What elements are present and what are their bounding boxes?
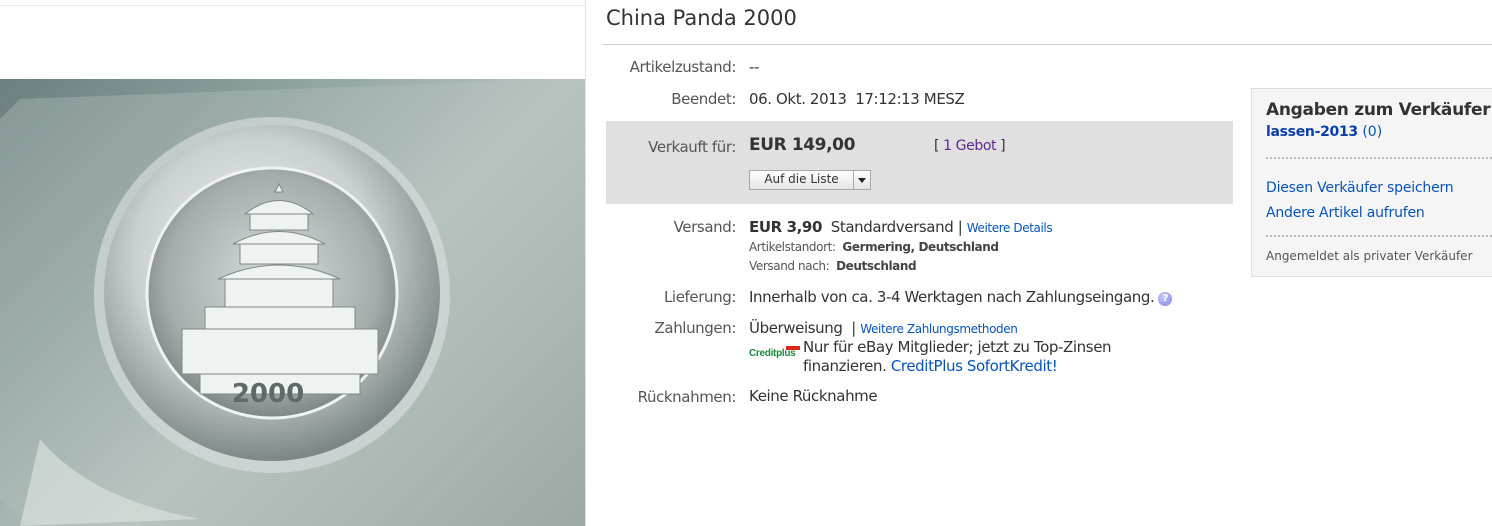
ships-to-label: Versand nach: [749,259,830,273]
divider [1266,235,1492,237]
ships-to-value: Deutschland [836,259,917,273]
promo-line-1: Nur für eBay Mitglieder; jetzt zu Top-Zi… [803,338,1112,356]
sold-label: Verkauft für: [648,138,736,156]
separator: | [957,218,963,236]
delivery-text: Innerhalb von ca. 3-4 Werktagen nach Zah… [749,288,1155,306]
watchlist-button-label[interactable]: Auf die Liste [750,171,854,189]
divider [603,44,1492,45]
shipping-details-link[interactable]: Weitere Details [967,221,1053,235]
private-seller-note: Angemeldet als privater Verkäufer [1266,249,1473,263]
help-icon[interactable]: ? [1158,292,1173,306]
item-location-value: Germering, Deutschland [842,240,999,254]
seller-name-link[interactable]: lassen-2013 [1266,124,1358,140]
ended-date: 06. Okt. 2013 [749,90,847,108]
ended-value: 06. Okt. 2013 17:12:13 MESZ [749,90,965,108]
returns-value: Keine Rücknahme [749,387,878,405]
creditplus-logo-text: Creditplus [749,348,796,359]
seller-name-row: lassen-2013 (0) [1266,124,1382,140]
payment-value: Überweisung | Weitere Zahlungsmethoden [749,319,1018,337]
condition-value: -- [749,58,760,76]
delivery-label: Lieferung: [663,288,736,306]
payment-label: Zahlungen: [654,319,737,337]
shipping-method: Standardversand [830,218,954,236]
shipping-label: Versand: [673,218,737,236]
item-location-label: Artikelstandort: [749,240,836,254]
more-payment-methods-link[interactable]: Weitere Zahlungsmethoden [860,322,1018,336]
item-photo[interactable]: 2000 [0,79,585,526]
sold-price: EUR 149,00 [749,135,856,155]
condition-label: Artikelzustand: [629,58,737,76]
seller-info-box: Angaben zum Verkäufer lassen-2013 (0) Di… [1251,88,1492,277]
shipping-value: EUR 3,90 Standardversand | Weitere Detai… [749,218,1053,236]
image-panel: 2000 [0,0,586,526]
creditplus-link[interactable]: CreditPlus SofortKredit! [891,357,1058,375]
creditplus-promo: Nur für eBay Mitglieder; jetzt zu Top-Zi… [803,338,1112,376]
divider [1266,157,1492,159]
returns-label: Rücknahmen: [637,388,737,406]
promo-line-2: finanzieren. CreditPlus SofortKredit! [803,357,1111,376]
coin-image: 2000 [0,79,585,526]
feedback-score-link[interactable]: 0 [1368,124,1377,140]
bid-count: [ 1 Gebot ] [934,138,1006,154]
delivery-value: Innerhalb von ca. 3-4 Werktagen nach Zah… [749,288,1173,306]
promo-line-2-text: finanzieren. [803,357,887,375]
coin-year-text: 2000 [232,379,304,409]
payment-method: Überweisung [749,319,843,337]
ended-time: 17:12:13 MESZ [855,90,965,108]
ships-to: Versand nach: Deutschland [749,259,917,273]
divider [0,5,585,6]
seller-box-title: Angaben zum Verkäufer [1266,100,1491,120]
item-title: China Panda 2000 [606,6,797,30]
feedback-close: ) [1376,124,1383,140]
chevron-down-icon[interactable] [854,171,870,189]
price-box [606,121,1233,204]
item-location: Artikelstandort: Germering, Deutschland [749,240,999,254]
creditplus-logo[interactable]: Creditplus [749,346,803,362]
watchlist-button[interactable]: Auf die Liste [749,170,871,190]
bid-history-link[interactable]: 1 Gebot [943,138,996,154]
other-items-link[interactable]: Andere Artikel aufrufen [1266,205,1425,221]
save-seller-link[interactable]: Diesen Verkäufer speichern [1266,180,1454,196]
bracket-open: [ [934,138,940,154]
ended-label: Beendet: [671,90,736,108]
separator: | [851,319,856,337]
bracket-close: ] [1000,138,1006,154]
shipping-cost: EUR 3,90 [749,218,823,236]
